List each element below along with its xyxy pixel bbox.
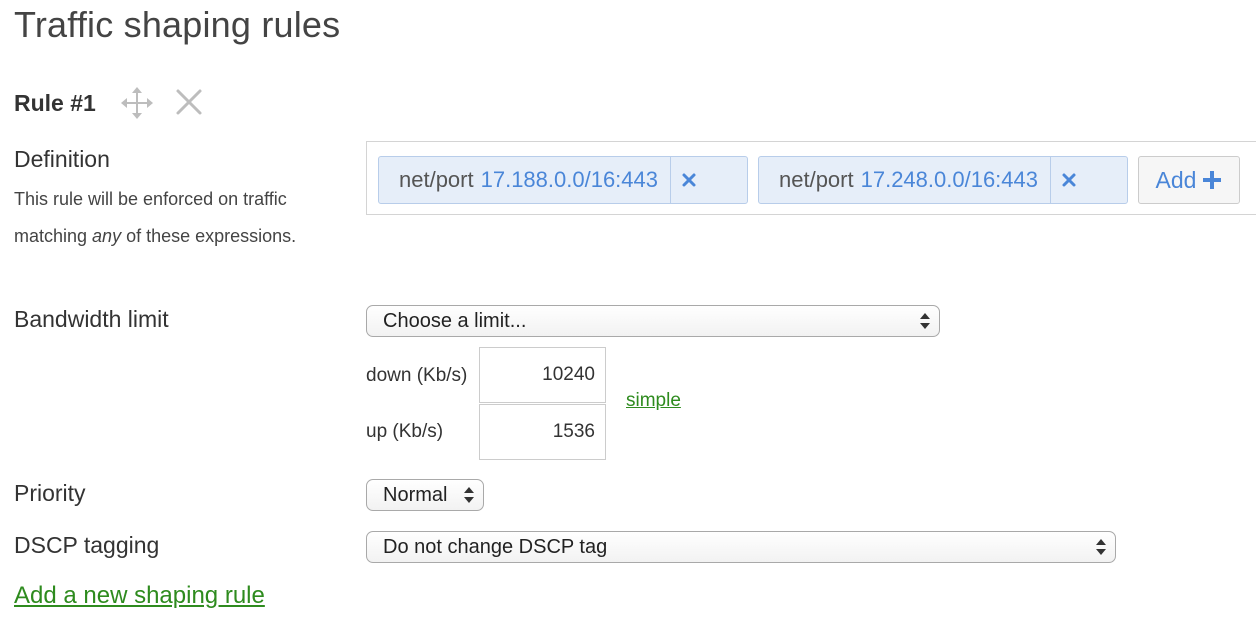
plus-icon: [1203, 171, 1222, 189]
bandwidth-limit-value: Choose a limit...: [383, 309, 527, 332]
dscp-tagging-label: DSCP tagging: [14, 532, 160, 558]
close-icon[interactable]: [174, 87, 204, 117]
bandwidth-limit-label: Bandwidth limit: [14, 306, 169, 332]
dscp-tagging-select[interactable]: Do not change DSCP tag: [366, 531, 1116, 563]
expression-type: net/port: [779, 167, 854, 192]
simple-mode-link[interactable]: simple: [626, 390, 681, 412]
dscp-tagging-value: Do not change DSCP tag: [383, 535, 608, 558]
remove-icon: [1062, 173, 1076, 187]
priority-select[interactable]: Normal: [366, 479, 484, 511]
up-rate-label: up (Kb/s): [366, 421, 444, 442]
select-arrows-icon: [920, 313, 930, 329]
definition-help-emphasis: any: [92, 225, 122, 246]
add-shaping-rule-link[interactable]: Add a new shaping rule: [14, 582, 265, 610]
definition-help-after: of these expressions.: [121, 225, 297, 246]
rule-title: Rule #1: [14, 90, 96, 116]
priority-label: Priority: [14, 480, 86, 506]
bandwidth-limit-select[interactable]: Choose a limit...: [366, 305, 940, 337]
up-rate-input[interactable]: [479, 404, 606, 460]
definition-label: Definition: [14, 146, 110, 172]
add-expression-button[interactable]: Add: [1138, 156, 1240, 204]
expression-tag: net/port 17.248.0.0/16:443: [758, 156, 1128, 204]
select-arrows-icon: [1096, 539, 1106, 555]
expression-type: net/port: [399, 167, 474, 192]
remove-expression-button[interactable]: [670, 157, 707, 203]
page-title: Traffic shaping rules: [14, 4, 341, 45]
definition-help-text: This rule will be enforced on traffic ma…: [14, 181, 314, 254]
select-arrows-icon: [464, 487, 474, 503]
down-rate-label: down (Kb/s): [366, 365, 468, 386]
expression-tag: net/port 17.188.0.0/16:443: [378, 156, 748, 204]
remove-expression-button[interactable]: [1050, 157, 1087, 203]
expression-value[interactable]: 17.248.0.0/16:443: [861, 167, 1038, 193]
priority-value: Normal: [383, 483, 448, 506]
move-icon[interactable]: [120, 86, 154, 120]
remove-icon: [682, 173, 696, 187]
expression-value[interactable]: 17.188.0.0/16:443: [481, 167, 658, 193]
down-rate-input[interactable]: [479, 347, 606, 403]
add-expression-label: Add: [1155, 166, 1197, 193]
